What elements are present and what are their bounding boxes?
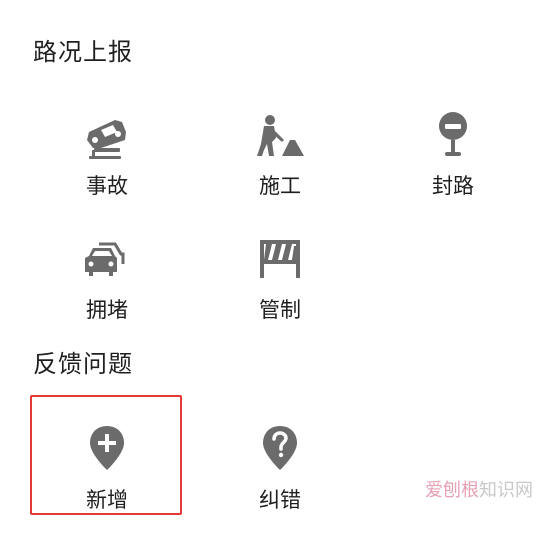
add-new-label: 新增 xyxy=(86,488,128,512)
traffic-jam-icon xyxy=(79,234,135,290)
traffic-control-label: 管制 xyxy=(259,298,301,322)
construction-label: 施工 xyxy=(259,174,301,198)
road-closed-icon xyxy=(425,110,481,166)
car-crash-icon xyxy=(79,110,135,166)
traffic-control-button[interactable]: 管制 xyxy=(205,234,355,344)
section-title-road-report: 路况上报 xyxy=(33,38,133,66)
construction-button[interactable]: 施工 xyxy=(205,110,355,220)
watermark-text: 爱刨根知识网 xyxy=(425,481,533,501)
construction-worker-icon xyxy=(252,110,308,166)
accident-button[interactable]: 事故 xyxy=(32,110,182,220)
accident-label: 事故 xyxy=(86,174,128,198)
watermark-part2: 知识网 xyxy=(479,480,533,501)
correct-error-label: 纠错 xyxy=(259,488,301,512)
barrier-icon xyxy=(252,234,308,290)
add-pin-icon xyxy=(79,424,135,480)
add-new-button[interactable]: 新增 xyxy=(32,424,182,534)
road-closed-button[interactable]: 封路 xyxy=(378,110,528,220)
section-title-feedback: 反馈问题 xyxy=(33,350,133,378)
traffic-jam-button[interactable]: 拥堵 xyxy=(32,234,182,344)
traffic-jam-label: 拥堵 xyxy=(86,298,128,322)
correct-error-button[interactable]: 纠错 xyxy=(205,424,355,534)
watermark-part1: 爱刨根 xyxy=(425,480,479,501)
road-closed-label: 封路 xyxy=(432,174,474,198)
question-pin-icon xyxy=(252,424,308,480)
